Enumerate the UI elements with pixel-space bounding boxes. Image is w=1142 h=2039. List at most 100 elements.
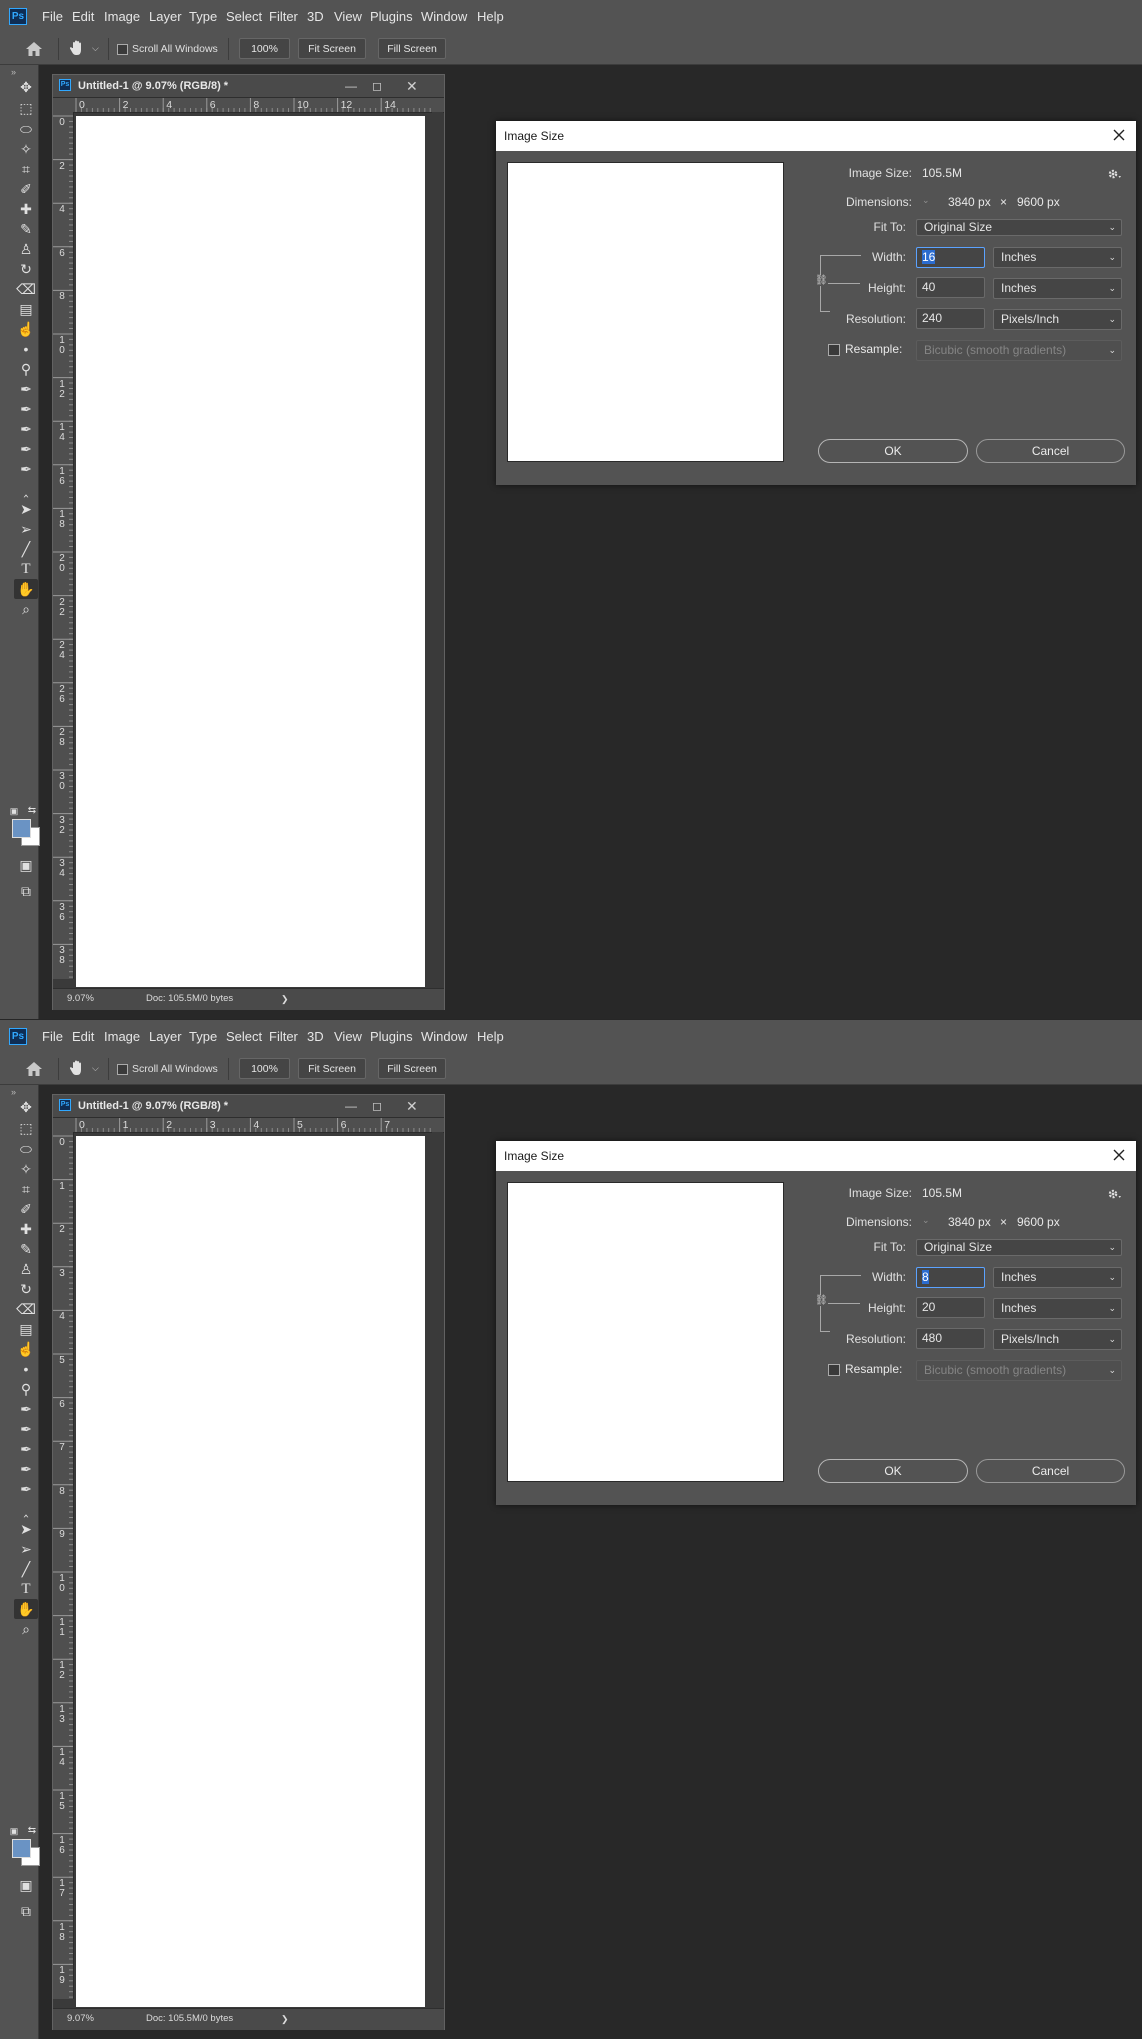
hand-icon[interactable]: ✋ bbox=[14, 1599, 38, 1619]
menu-type[interactable]: Type bbox=[189, 0, 217, 34]
menu-select[interactable]: Select bbox=[226, 0, 262, 34]
marquee-icon[interactable]: ⬚ bbox=[14, 98, 38, 118]
menu-file[interactable]: File bbox=[42, 0, 63, 34]
fill-screen-button[interactable]: Fill Screen bbox=[378, 1058, 446, 1079]
vertical-ruler[interactable]: 0 1 2 3 4 5 6 7 8 9 1 0 1 1 1 2 1 3 1 4 1 5 1 6 1 7 1 8 1 9 bbox=[53, 1132, 74, 1999]
screen-mode-icon[interactable]: ⧉ bbox=[14, 1901, 38, 1921]
collapse-toolbar-icon[interactable]: » bbox=[11, 67, 16, 77]
freeform-pen-icon[interactable]: ✒ bbox=[14, 1419, 38, 1439]
default-colors-icon[interactable]: ▣ bbox=[8, 1821, 20, 1841]
resample-method-select[interactable]: Bicubic (smooth gradients) ⌄ bbox=[916, 340, 1122, 361]
swap-colors-icon[interactable]: ⇆ bbox=[26, 801, 38, 821]
close-document-icon[interactable]: ✕ bbox=[406, 1095, 418, 1117]
menu-3d[interactable]: 3D bbox=[307, 1020, 324, 1054]
resample-checkbox[interactable] bbox=[828, 1364, 840, 1376]
eraser-icon[interactable]: ⌫ bbox=[14, 279, 38, 299]
fill-screen-button[interactable]: Fill Screen bbox=[378, 38, 446, 59]
healing-brush-icon[interactable]: ✚ bbox=[14, 199, 38, 219]
status-zoom[interactable]: 9.07% bbox=[67, 989, 94, 1009]
line-icon[interactable]: ╱ bbox=[14, 1559, 38, 1579]
minimize-icon[interactable]: — bbox=[345, 75, 357, 97]
foreground-color-swatch[interactable] bbox=[12, 819, 31, 838]
status-menu-arrow-icon[interactable]: ❯ bbox=[281, 989, 289, 1009]
menu-layer[interactable]: Layer bbox=[149, 1020, 182, 1054]
menu-edit[interactable]: Edit bbox=[72, 1020, 94, 1054]
magic-wand-icon[interactable]: ✧ bbox=[14, 139, 38, 159]
cancel-button[interactable]: Cancel bbox=[976, 1459, 1125, 1483]
ok-button[interactable]: OK bbox=[818, 439, 968, 463]
dimensions-chevron-down-icon[interactable]: ⌄ bbox=[922, 195, 930, 206]
direct-selection-icon[interactable]: ➢ bbox=[14, 1539, 38, 1559]
dodge-icon[interactable]: ⚲ bbox=[14, 1379, 38, 1399]
add-anchor-icon[interactable]: ✒ bbox=[14, 439, 38, 459]
home-icon[interactable] bbox=[24, 1061, 44, 1077]
menu-select[interactable]: Select bbox=[226, 1020, 262, 1054]
home-icon[interactable] bbox=[24, 41, 44, 57]
history-brush-icon[interactable]: ↻ bbox=[14, 259, 38, 279]
crop-icon[interactable]: ⌗ bbox=[14, 1179, 38, 1199]
fit-screen-button[interactable]: Fit Screen bbox=[298, 38, 366, 59]
convert-point-icon[interactable]: ‸ bbox=[14, 1499, 38, 1519]
ok-button[interactable]: OK bbox=[818, 1459, 968, 1483]
minimize-icon[interactable]: — bbox=[345, 1095, 357, 1117]
fit-to-select[interactable]: Original Size ⌄ bbox=[916, 219, 1122, 236]
vertical-ruler[interactable]: 0 2 4 6 8 1 0 1 2 1 4 1 6 1 8 2 0 2 2 2 4 2 6 2 8 3 0 3 … bbox=[53, 112, 74, 979]
document-tab[interactable]: Ps Untitled-1 @ 9.07% (RGB/8) * — ◻ ✕ bbox=[53, 75, 444, 98]
width-unit-select[interactable]: Inches ⌄ bbox=[993, 1267, 1122, 1288]
zoom-100-button[interactable]: 100% bbox=[239, 38, 290, 59]
height-input[interactable]: 40 bbox=[916, 277, 985, 298]
zoom-100-button[interactable]: 100% bbox=[239, 1058, 290, 1079]
document-canvas[interactable] bbox=[76, 116, 425, 987]
zoom-icon[interactable]: ⌕ bbox=[14, 1619, 38, 1639]
crop-icon[interactable]: ⌗ bbox=[14, 159, 38, 179]
healing-brush-icon[interactable]: ✚ bbox=[14, 1219, 38, 1239]
menu-layer[interactable]: Layer bbox=[149, 0, 182, 34]
gear-icon[interactable] bbox=[1106, 166, 1122, 182]
height-unit-select[interactable]: Inches ⌄ bbox=[993, 278, 1122, 299]
history-brush-icon[interactable]: ↻ bbox=[14, 1279, 38, 1299]
marquee-icon[interactable]: ⬚ bbox=[14, 1118, 38, 1138]
panel-collapse-strip[interactable] bbox=[1134, 1020, 1142, 1054]
quick-mask-icon[interactable]: ▣ bbox=[14, 1875, 38, 1895]
default-colors-icon[interactable]: ▣ bbox=[8, 801, 20, 821]
image-preview[interactable] bbox=[507, 162, 784, 462]
vertical-scrollbar[interactable] bbox=[432, 112, 443, 987]
menu-window[interactable]: Window bbox=[421, 1020, 467, 1054]
width-input[interactable]: 16 bbox=[916, 247, 985, 268]
scroll-all-windows-checkbox[interactable] bbox=[117, 1064, 128, 1075]
move-icon[interactable]: ✥ bbox=[14, 77, 38, 97]
magic-wand-icon[interactable]: ✧ bbox=[14, 1159, 38, 1179]
hand-tool-preset-icon[interactable] bbox=[68, 1059, 86, 1077]
horizontal-ruler[interactable]: 0 2 4 6 8 10 12 14 bbox=[53, 98, 444, 113]
menu-image[interactable]: Image bbox=[104, 1020, 140, 1054]
direct-selection-icon[interactable]: ➢ bbox=[14, 519, 38, 539]
eyedropper-icon[interactable]: ✐ bbox=[14, 1199, 38, 1219]
preset-chevron-down-icon[interactable]: ⌵ bbox=[92, 43, 99, 54]
type-icon[interactable]: T bbox=[14, 1579, 38, 1599]
menu-edit[interactable]: Edit bbox=[72, 0, 94, 34]
convert-point-icon[interactable]: ‸ bbox=[14, 479, 38, 499]
pen-icon[interactable]: ✒ bbox=[14, 379, 38, 399]
gradient-icon[interactable]: ▤ bbox=[14, 299, 38, 319]
lasso-icon[interactable]: ⬭ bbox=[14, 1139, 38, 1159]
zoom-icon[interactable]: ⌕ bbox=[14, 599, 38, 619]
status-zoom[interactable]: 9.07% bbox=[67, 2009, 94, 2029]
gradient-icon[interactable]: ▤ bbox=[14, 1319, 38, 1339]
menu-help[interactable]: Help bbox=[477, 0, 504, 34]
menu-plugins[interactable]: Plugins bbox=[370, 0, 413, 34]
delete-anchor-icon[interactable]: ✒ bbox=[14, 1479, 38, 1499]
close-document-icon[interactable]: ✕ bbox=[406, 75, 418, 97]
resolution-input[interactable]: 480 bbox=[916, 1328, 985, 1349]
menu-view[interactable]: View bbox=[334, 0, 362, 34]
line-icon[interactable]: ╱ bbox=[14, 539, 38, 559]
hand-icon[interactable]: ✋ bbox=[14, 579, 38, 599]
menu-filter[interactable]: Filter bbox=[269, 0, 298, 34]
status-menu-arrow-icon[interactable]: ❯ bbox=[281, 2009, 289, 2029]
menu-help[interactable]: Help bbox=[477, 1020, 504, 1054]
gear-icon[interactable] bbox=[1106, 1186, 1122, 1202]
menu-view[interactable]: View bbox=[334, 1020, 362, 1054]
chain-link-icon[interactable]: ⛓ bbox=[815, 275, 828, 286]
freeform-pen-icon[interactable]: ✒ bbox=[14, 399, 38, 419]
foreground-color-swatch[interactable] bbox=[12, 1839, 31, 1858]
path-selection-icon[interactable]: ➤ bbox=[14, 1519, 38, 1539]
